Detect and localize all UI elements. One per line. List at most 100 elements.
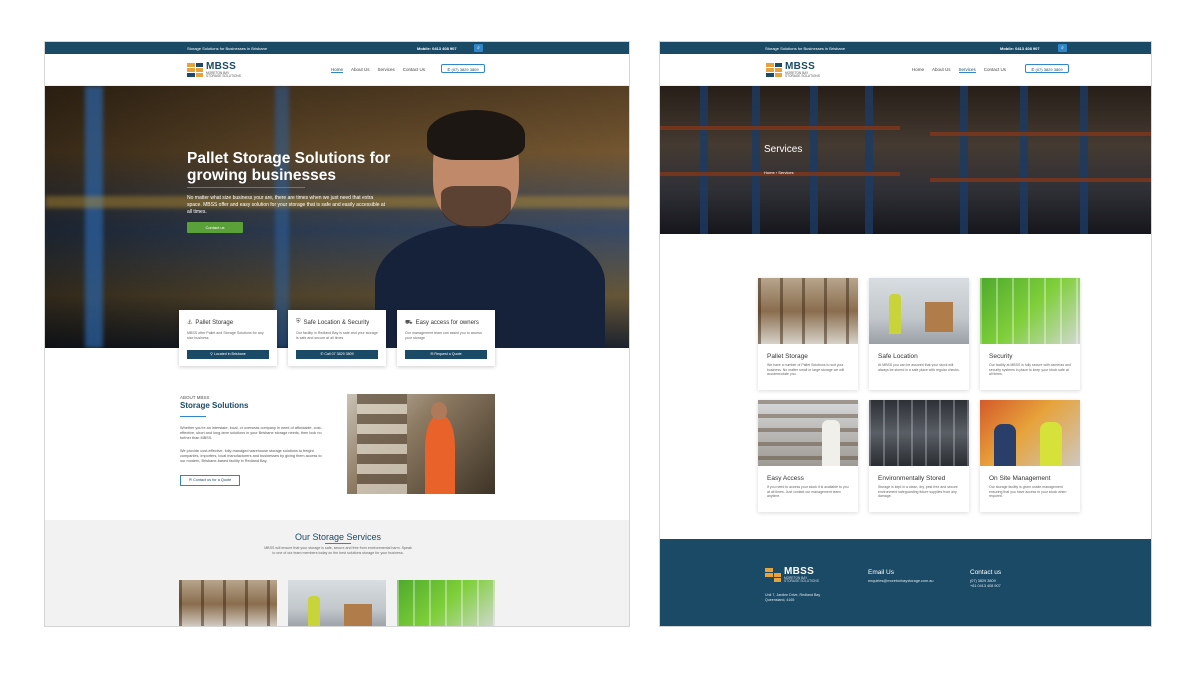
logo-mark-icon — [765, 568, 781, 583]
service-card[interactable]: Security Our facility at MBSS is fully s… — [980, 278, 1080, 390]
logo-mark-icon — [187, 63, 203, 78]
nav-contact[interactable]: Contact Us — [403, 67, 425, 73]
nav-services[interactable]: Services — [378, 67, 395, 73]
service-card-title: Security — [989, 353, 1013, 360]
onsite-management-image — [980, 400, 1080, 466]
service-card-title: Pallet Storage — [767, 353, 808, 360]
footer-mobile[interactable]: +61 0413 408 907 — [970, 584, 1001, 589]
service-card-text: Our facility at MBSS is fully secure wit… — [989, 363, 1071, 377]
about-eyebrow: ABOUT MBSS — [180, 395, 210, 400]
phone-button[interactable]: ✆ (07) 3829 3809 — [441, 64, 485, 73]
about-paragraph: Whether you're an interstate, local, or … — [180, 426, 322, 440]
service-card[interactable]: Safe Location At MBSS you can be assured… — [869, 278, 969, 390]
search-icon[interactable]: ⌕ — [474, 44, 483, 52]
service-card-title: Environmentally Stored — [878, 475, 946, 482]
services-hero: Services Home › Services — [660, 86, 1151, 234]
services-heading: Our Storage Services — [294, 532, 382, 542]
about-button-label: Contact us for a Quote — [193, 478, 232, 482]
about-quote-button[interactable]: ✉ Contact us for a Quote — [180, 475, 240, 486]
service-thumbnail[interactable] — [397, 580, 495, 626]
feature-button[interactable]: ⚲ Located in Brisbane — [187, 350, 269, 359]
logo-sub2: STORAGE SOLUTIONS — [206, 74, 241, 79]
mobile-number[interactable]: Mobile: 0413 408 907 — [417, 46, 457, 51]
logo[interactable]: MBSS MORETON BAY STORAGE SOLUTIONS — [766, 62, 820, 78]
truck-icon: ⛟ — [405, 320, 413, 326]
service-thumbnail[interactable] — [288, 580, 386, 626]
nav-services[interactable]: Services — [958, 67, 976, 73]
about-paragraph: We provide cost-effective, fully-managed… — [180, 449, 322, 463]
footer-address: Unit 7, Jardine Drive, Redland Bay Queen… — [765, 593, 821, 602]
nav-about[interactable]: About Us — [932, 67, 951, 73]
nav-home[interactable]: Home — [912, 67, 924, 73]
breadcrumb-current: Services — [778, 170, 794, 175]
logo[interactable]: MBSS MORETON BAY STORAGE SOLUTIONS — [187, 62, 241, 78]
tagline: Storage Solutions for Businesses in Bris… — [765, 46, 846, 51]
phone-label: (07) 3829 3809 — [1035, 67, 1063, 72]
service-thumbnail[interactable] — [179, 580, 277, 626]
logo-mark-icon — [766, 63, 782, 78]
phone-button[interactable]: ✆ (07) 3829 3809 — [1025, 64, 1069, 73]
service-card[interactable]: On Site Management Our storage facility … — [980, 400, 1080, 512]
phone-label: (07) 3829 3809 — [451, 67, 479, 72]
footer-email[interactable]: enquiries@moretonbaystorage.com.au — [868, 579, 933, 584]
phone-icon: ✆ — [447, 67, 451, 72]
chevron-right-icon: › — [775, 170, 778, 175]
breadcrumb-home[interactable]: Home — [764, 170, 775, 175]
feature-text: Our facility in Redland Bay is safe and … — [296, 331, 378, 340]
feature-title: Easy access for owners — [415, 320, 479, 326]
feature-button-label: Call 07 3829 3809 — [324, 352, 354, 356]
service-card-text: If you need to access your stock it is a… — [767, 485, 849, 499]
feature-title: Safe Location & Security — [303, 319, 370, 326]
service-card-text: Our storage facility is given onsite man… — [989, 485, 1067, 499]
top-bar: Storage Solutions for Businesses in Bris… — [660, 42, 1151, 54]
nav-home[interactable]: Home — [331, 67, 344, 73]
environment-image — [869, 400, 969, 466]
service-card-text: Storage is kept in a clean, dry, pest fr… — [878, 485, 958, 499]
footer-email-heading: Email Us — [868, 569, 895, 576]
footer-logo[interactable]: MBSS MORETON BAY STORAGE SOLUTIONS — [765, 567, 819, 583]
service-card[interactable]: Easy Access If you need to access your s… — [758, 400, 858, 512]
service-card-title: Easy Access — [767, 475, 804, 482]
service-card-text: We have a number of Pallet Solutions to … — [767, 363, 845, 377]
footer-contact-heading: Contact us — [970, 569, 1002, 576]
feature-card: ⛟ Easy access for owners Our management t… — [397, 310, 495, 366]
services-intro: MBSS will ensure that your storage is sa… — [264, 546, 412, 555]
hero-title: Pallet Storage Solutions for growing bus… — [187, 150, 391, 184]
footer-phones: (07) 3829 3809 +61 0413 408 907 — [970, 579, 1001, 589]
shield-icon: ⛨ — [296, 319, 301, 325]
feature-title: Pallet Storage — [195, 319, 234, 326]
nav-about[interactable]: About Us — [351, 67, 370, 73]
hero-divider — [187, 187, 305, 188]
about-worker-image — [347, 394, 495, 494]
phone-icon: ✆ — [1031, 67, 1035, 72]
hero-cta-button[interactable]: Contact us — [187, 222, 243, 233]
logo-sub2: STORAGE SOLUTIONS — [785, 74, 820, 79]
main-nav: MBSS MORETON BAY STORAGE SOLUTIONS Home … — [660, 54, 1151, 86]
footer: MBSS MORETON BAY STORAGE SOLUTIONS Unit … — [660, 539, 1151, 626]
service-card-title: Safe Location — [878, 353, 918, 360]
service-card[interactable]: Environmentally Stored Storage is kept i… — [869, 400, 969, 512]
page-title: Services — [764, 144, 803, 155]
about-heading: Storage Solutions — [180, 401, 249, 410]
service-card[interactable]: Pallet Storage We have a number of Palle… — [758, 278, 858, 390]
security-image — [980, 278, 1080, 344]
service-card-title: On Site Management — [989, 475, 1051, 482]
feature-button-label: Located in Brisbane — [213, 352, 246, 356]
main-nav: MBSS MORETON BAY STORAGE SOLUTIONS Home … — [45, 54, 629, 86]
homepage-screenshot: Storage Solutions for Businesses in Bris… — [44, 41, 630, 627]
feature-text: Our management team can assist you to ac… — [405, 331, 482, 340]
pallet-icon: ⚓ — [187, 320, 193, 326]
top-bar: Storage Solutions for Businesses in Bris… — [45, 42, 629, 54]
easy-access-image — [758, 400, 858, 466]
pallet-storage-image — [758, 278, 858, 344]
feature-button[interactable]: ✉ Request a Quote — [405, 350, 487, 359]
feature-text: MBSS offer Pallet and Storage Solutions … — [187, 331, 264, 340]
feature-card: ⛨ Safe Location & Security Our facility i… — [288, 310, 386, 366]
mobile-number[interactable]: Mobile: 0413 408 907 — [1000, 46, 1040, 51]
hero-banner — [45, 86, 629, 348]
about-divider — [180, 416, 206, 417]
search-icon[interactable]: ⌕ — [1058, 44, 1067, 52]
feature-button[interactable]: ✆ Call 07 3829 3809 — [296, 350, 378, 359]
service-card-text: At MBSS you can be assured that your sto… — [878, 363, 960, 372]
nav-contact[interactable]: Contact Us — [984, 67, 1006, 73]
